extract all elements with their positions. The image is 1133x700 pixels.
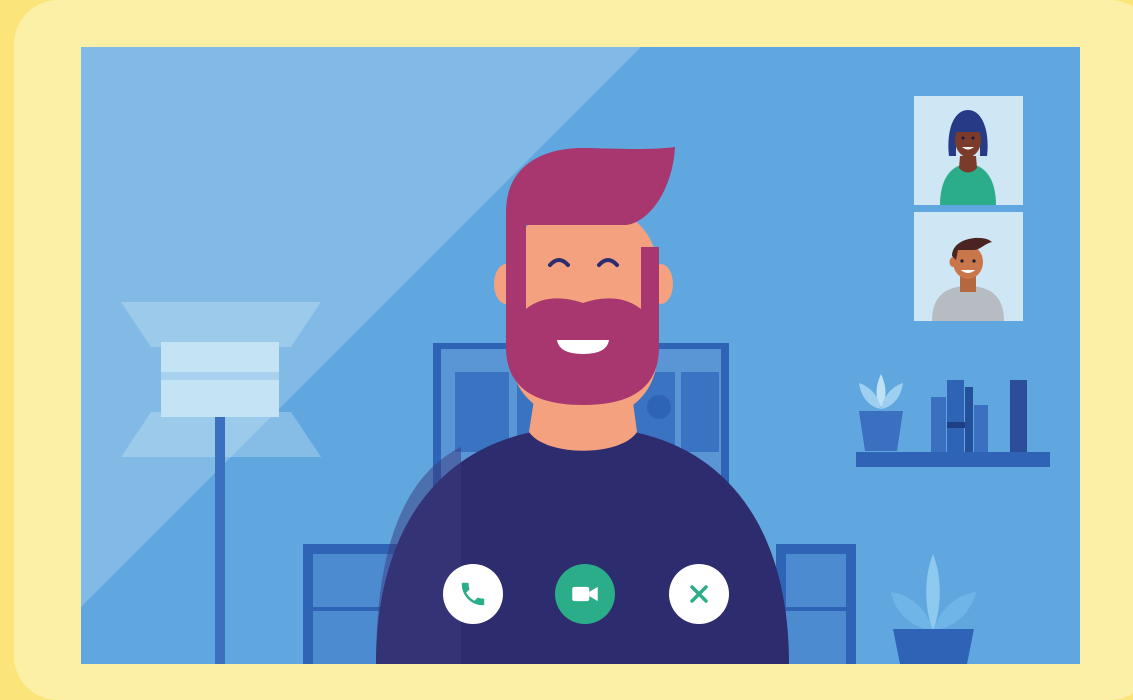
close-icon [690,585,708,603]
wall-shelf [856,374,1050,467]
participant-2-avatar [914,212,1023,321]
video-toggle-button[interactable] [555,564,615,624]
phone-icon [461,582,485,606]
participant-thumbnail-1[interactable] [914,96,1023,205]
answer-call-button[interactable] [443,564,503,624]
participant-thumbnail-2[interactable] [914,212,1023,321]
video-call-screen [81,47,1080,664]
video-camera-icon [572,586,598,602]
end-call-button[interactable] [669,564,729,624]
participant-1-avatar [914,96,1023,205]
